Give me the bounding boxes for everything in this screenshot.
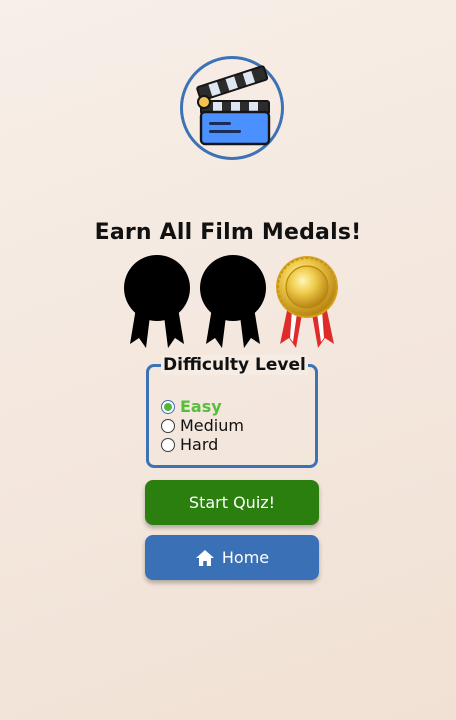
page-title: Earn All Film Medals! — [94, 220, 362, 245]
medal-1 — [124, 255, 190, 348]
easy-label: Easy — [180, 397, 222, 416]
home-button[interactable]: Home — [145, 535, 319, 580]
difficulty-legend: Difficulty Level — [161, 355, 308, 375]
hard-label: Hard — [180, 435, 219, 454]
easy-radio[interactable] — [161, 400, 175, 414]
home-label: Home — [221, 548, 270, 567]
start-quiz-label: Start Quiz! — [188, 493, 276, 512]
hard-radio[interactable] — [161, 438, 175, 452]
medal-2 — [200, 255, 266, 348]
clapperboard-icon — [196, 65, 271, 146]
difficulty-fieldset: Difficulty Level Easy Medium Hard — [146, 355, 318, 468]
medal-3 — [276, 256, 338, 348]
difficulty-option-hard[interactable]: Hard — [161, 436, 218, 454]
difficulty-option-easy[interactable]: Easy — [161, 398, 222, 416]
start-quiz-button[interactable]: Start Quiz! — [145, 480, 319, 525]
medium-label: Medium — [180, 416, 244, 435]
difficulty-option-medium[interactable]: Medium — [161, 417, 244, 435]
app-logo — [180, 56, 284, 160]
medium-radio[interactable] — [161, 419, 175, 433]
medals-row — [122, 254, 342, 350]
home-icon — [195, 549, 215, 567]
